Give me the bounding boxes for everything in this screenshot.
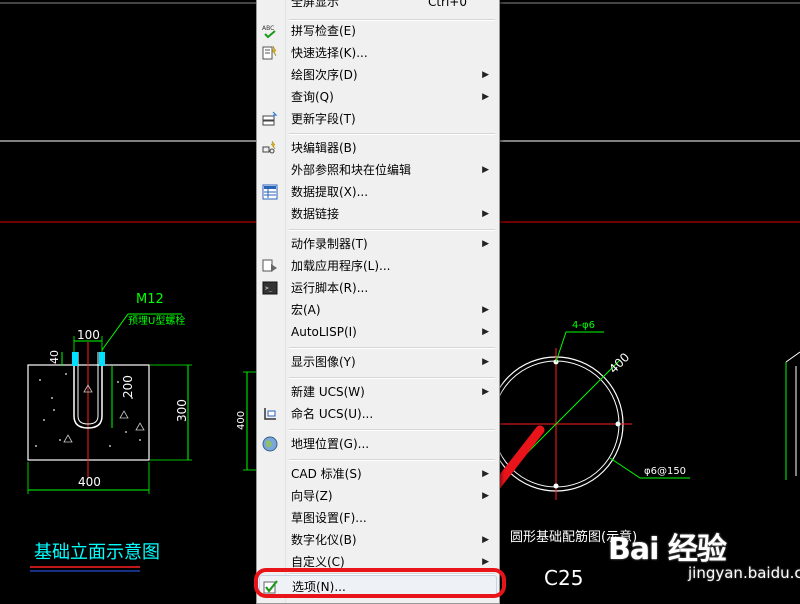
menu-separator — [289, 377, 495, 379]
menu-separator — [289, 429, 495, 431]
menu-separator — [289, 133, 495, 135]
menu-item-wizards[interactable]: 向导(Z) ▶ — [259, 485, 497, 507]
menu-item-data-link[interactable]: 数据链接 ▶ — [259, 203, 497, 225]
menu-item-label: 向导(Z) — [291, 489, 333, 503]
load-application-icon — [262, 259, 277, 272]
menu-item-label: 草图设置(F)... — [291, 511, 367, 525]
block-editor-icon — [262, 140, 276, 154]
concrete-grade: C25 — [544, 566, 583, 590]
menu-item-label: 外部参照和块在位编辑 — [291, 163, 412, 177]
menu-item-autolisp[interactable]: AutoLISP(I) ▶ — [259, 321, 497, 343]
menu-separator — [289, 347, 495, 349]
menu-item-label: 拼写检查(E) — [291, 24, 356, 38]
spell-check-icon: ABC — [262, 25, 276, 39]
menu-item-label: 快速选择(K)... — [291, 46, 368, 60]
dim-400-bottom: 400 — [78, 475, 101, 489]
update-fields-icon — [262, 111, 278, 126]
submenu-arrow-icon: ▶ — [482, 70, 489, 80]
menu-item-spell-check[interactable]: ABC 拼写检查(E) — [259, 20, 497, 42]
svg-text:>_: >_ — [265, 285, 273, 292]
menu-item-action-recorder[interactable]: 动作录制器(T) ▶ — [259, 233, 497, 255]
menu-item-label: 数据链接 — [291, 207, 340, 221]
menu-separator — [289, 229, 495, 231]
menu-item-quick-select[interactable]: 快速选择(K)... — [259, 42, 497, 64]
menu-item-new-ucs[interactable]: 新建 UCS(W) ▶ — [259, 381, 497, 403]
dim-200: 200 — [121, 375, 135, 398]
menu-item-label: 动作录制器(T) — [291, 237, 368, 251]
submenu-arrow-icon: ▶ — [482, 491, 489, 501]
data-extraction-icon — [262, 184, 278, 200]
menu-item-block-editor[interactable]: 块编辑器(B) — [259, 137, 497, 159]
menu-item-label: 数字化仪(B) — [291, 533, 357, 547]
menu-item-shortcut: Ctrl+0 — [427, 0, 467, 9]
quick-select-icon — [262, 45, 277, 60]
menu-item-data-extraction[interactable]: 数据提取(X)... — [259, 181, 497, 203]
menu-item-label: 查询(Q) — [291, 90, 334, 104]
menu-item-label: 地理位置(G)... — [291, 437, 370, 451]
title-left: 基础立面示意图 — [34, 542, 160, 563]
submenu-arrow-icon: ▶ — [482, 239, 489, 249]
menu-item-label: 数据提取(X)... — [291, 185, 369, 199]
menu-item-drafting-settings[interactable]: 草图设置(F)... — [259, 507, 497, 529]
watermark-logo: Bai 经验 — [608, 532, 727, 567]
menu-item-named-ucs[interactable]: 命名 UCS(U)... — [259, 403, 497, 425]
dim-40: 40 — [48, 350, 61, 364]
watermark-site: jingyan.baidu.com — [688, 564, 800, 582]
menu-item-label: 新建 UCS(W) — [291, 385, 365, 399]
baidu-watermark: Bai 经验 jingyan.baidu.com — [608, 510, 800, 598]
submenu-arrow-icon: ▶ — [482, 209, 489, 219]
menu-item-tablet[interactable]: 数字化仪(B) ▶ — [259, 529, 497, 551]
menu-item-xref-edit[interactable]: 外部参照和块在位编辑 ▶ — [259, 159, 497, 181]
named-ucs-icon — [264, 408, 276, 420]
menu-item-load-application[interactable]: 加载应用程序(L)... — [259, 255, 497, 277]
menu-item-label: 命名 UCS(U)... — [291, 407, 374, 421]
label-stirrup: φ6@150 — [644, 466, 686, 477]
submenu-arrow-icon: ▶ — [482, 327, 489, 337]
menu-item-label: 加载应用程序(L)... — [291, 259, 391, 273]
submenu-arrow-icon: ▶ — [482, 165, 489, 175]
context-menu: 全屏显示 Ctrl+0 ABC 拼写检查(E) 快速选择(K)... 绘图次序(… — [256, 0, 500, 604]
menu-item-label: AutoLISP(I) — [291, 325, 357, 339]
submenu-arrow-icon: ▶ — [482, 305, 489, 315]
submenu-arrow-icon: ▶ — [482, 92, 489, 102]
svg-text:ABC: ABC — [262, 25, 274, 32]
geographic-location-icon — [262, 436, 278, 452]
submenu-arrow-icon: ▶ — [482, 387, 489, 397]
dim-400-side: 400 — [236, 411, 247, 430]
menu-item-label: 块编辑器(B) — [291, 141, 357, 155]
menu-item-label: 绘图次序(D) — [291, 68, 358, 82]
menu-item-label: 显示图像(Y) — [291, 355, 356, 369]
submenu-arrow-icon: ▶ — [482, 535, 489, 545]
menu-item-cad-standards[interactable]: CAD 标准(S) ▶ — [259, 463, 497, 485]
submenu-arrow-icon: ▶ — [482, 469, 489, 479]
menu-item-update-fields[interactable]: 更新字段(T) — [259, 108, 497, 130]
menu-item-label: 宏(A) — [291, 303, 321, 317]
dim-300: 300 — [175, 399, 189, 422]
run-script-icon: >_ — [262, 281, 278, 295]
menu-item-geographic-location[interactable]: 地理位置(G)... — [259, 433, 497, 455]
label-u-bolt: 预埋U型螺栓 — [128, 314, 185, 327]
menu-item-fullscreen[interactable]: 全屏显示 Ctrl+0 — [259, 0, 497, 13]
menu-item-label: 全屏显示 — [291, 0, 340, 9]
dim-100: 100 — [77, 328, 100, 342]
menu-item-run-script[interactable]: >_ 运行脚本(R)... — [259, 277, 497, 299]
label-m12: M12 — [136, 292, 164, 307]
label-4-phi6: 4-φ6 — [572, 320, 595, 331]
menu-item-label: CAD 标准(S) — [291, 467, 362, 481]
submenu-arrow-icon: ▶ — [482, 357, 489, 367]
menu-separator — [289, 459, 495, 461]
annotation-highlight-ring — [254, 568, 506, 598]
menu-item-label: 运行脚本(R)... — [291, 281, 369, 295]
menu-item-display-image[interactable]: 显示图像(Y) ▶ — [259, 351, 497, 373]
menu-item-draw-order[interactable]: 绘图次序(D) ▶ — [259, 64, 497, 86]
menu-item-inquiry[interactable]: 查询(Q) ▶ — [259, 86, 497, 108]
menu-item-label: 更新字段(T) — [291, 112, 356, 126]
menu-item-macro[interactable]: 宏(A) ▶ — [259, 299, 497, 321]
